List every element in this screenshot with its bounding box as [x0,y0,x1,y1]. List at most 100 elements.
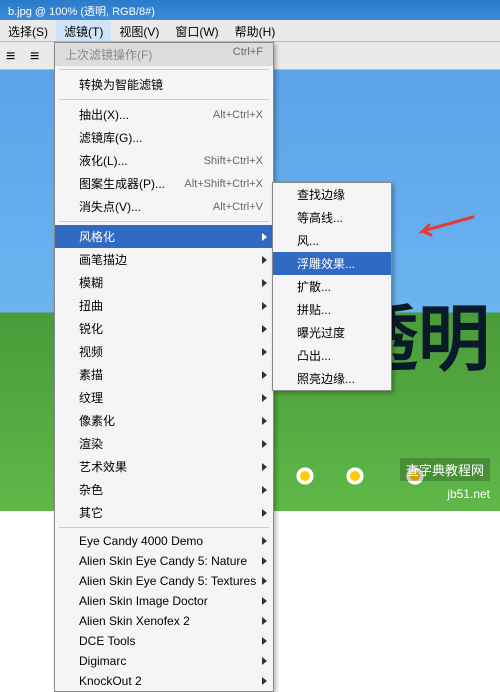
flower-graphic [340,461,370,491]
stylize-submenu-item[interactable]: 查找边缘 [273,183,391,206]
filter-menu-item[interactable]: 液化(L)...Shift+Ctrl+X [55,149,273,172]
submenu-arrow-icon [262,348,267,356]
submenu-arrow-icon [262,486,267,494]
menu-item-label: 其它 [79,504,103,521]
menu-item-label: 模糊 [79,274,103,291]
submenu-arrow-icon [262,233,267,241]
filter-plugin-item[interactable]: Alien Skin Xenofex 2 [55,611,273,631]
menu-item-label: 曝光过度 [297,324,345,341]
menu-item-label: 照亮边缘... [297,370,355,387]
menu-item-label: DCE Tools [79,634,135,648]
align-left-icon[interactable]: ≡ [6,48,22,64]
menu-filter[interactable]: 滤镜(T) [56,20,111,41]
filter-menu-item[interactable]: 图案生成器(P)... Alt+Shift+Ctrl+X [55,172,273,195]
align-center-icon[interactable]: ≡ [30,48,46,64]
filter-plugin-item[interactable]: Alien Skin Eye Candy 5: Nature [55,551,273,571]
filter-category-item[interactable]: 模糊 [55,271,273,294]
filter-category-item[interactable]: 纹理 [55,386,273,409]
filter-category-item[interactable]: 画笔描边 [55,248,273,271]
submenu-arrow-icon [262,325,267,333]
stylize-submenu-item[interactable]: 等高线... [273,206,391,229]
window-titlebar: b.jpg @ 100% (透明, RGB/8#) [0,0,500,20]
filter-category-item[interactable]: 杂色 [55,478,273,501]
submenu-arrow-icon [262,463,267,471]
menu-convert-smart-filter[interactable]: 转换为智能滤镜 [55,73,273,96]
submenu-arrow-icon [262,617,267,625]
submenu-arrow-icon [262,657,267,665]
filter-plugin-item[interactable]: KnockOut 2 [55,671,273,691]
filter-menu-item[interactable]: 滤镜库(G)... [55,126,273,149]
stylize-submenu-item[interactable]: 照亮边缘... [273,367,391,390]
submenu-arrow-icon [262,557,267,565]
menu-item-label: 等高线... [297,209,343,226]
filter-menu-item[interactable]: 消失点(V)...Alt+Ctrl+V [55,195,273,218]
submenu-arrow-icon [262,256,267,264]
submenu-arrow-icon [262,417,267,425]
menu-item-label: KnockOut 2 [79,674,142,688]
stylize-submenu: 查找边缘等高线... 风... 浮雕效果...扩散... 拼贴... 曝光过度凸出...… [272,182,392,391]
filter-category-item[interactable]: 扭曲 [55,294,273,317]
menu-item-label: 画笔描边 [79,251,127,268]
submenu-arrow-icon [262,537,267,545]
filter-plugin-item[interactable]: DCE Tools [55,631,273,651]
menu-item-label: 风格化 [79,228,115,245]
menu-item-shortcut: Shift+Ctrl+X [204,155,263,167]
menubar: 选择(S) 滤镜(T) 视图(V) 窗口(W) 帮助(H) [0,20,500,42]
stylize-submenu-item[interactable]: 凸出... [273,344,391,367]
menu-item-label: 渲染 [79,435,103,452]
menu-item-label: 凸出... [297,347,331,364]
submenu-arrow-icon [262,302,267,310]
stylize-submenu-item[interactable]: 曝光过度 [273,321,391,344]
menu-separator [59,69,269,70]
filter-menu-dropdown: 上次滤镜操作(F) Ctrl+F 转换为智能滤镜 抽出(X)...Alt+Ctr… [54,42,274,692]
annotation-arrow-icon [415,215,475,239]
menu-item-label: 素描 [79,366,103,383]
menu-separator [59,99,269,100]
menu-item-label: 转换为智能滤镜 [79,76,163,93]
menu-item-label: 锐化 [79,320,103,337]
menu-view[interactable]: 视图(V) [111,20,167,41]
menu-item-shortcut: Alt+Shift+Ctrl+X [184,178,263,190]
submenu-arrow-icon [262,279,267,287]
menu-item-shortcut: Ctrl+F [233,46,263,63]
watermark-url: jb51.net [447,487,490,501]
menu-item-label: 风... [297,232,319,249]
submenu-arrow-icon [262,637,267,645]
stylize-submenu-item[interactable]: 拼贴... [273,298,391,321]
filter-category-item[interactable]: 渲染 [55,432,273,455]
filter-category-item[interactable]: 像素化 [55,409,273,432]
menu-item-label: 滤镜库(G)... [79,129,142,146]
stylize-submenu-item[interactable]: 浮雕效果... [273,252,391,275]
menu-item-label: 杂色 [79,481,103,498]
filter-category-item[interactable]: 锐化 [55,317,273,340]
submenu-arrow-icon [262,597,267,605]
filter-plugin-item[interactable]: Digimarc [55,651,273,671]
filter-plugin-item[interactable]: Eye Candy 4000 Demo [55,531,273,551]
stylize-submenu-item[interactable]: 扩散... [273,275,391,298]
menu-item-label: 像素化 [79,412,115,429]
menu-separator [59,221,269,222]
menu-item-label: 艺术效果 [79,458,127,475]
menu-window[interactable]: 窗口(W) [167,20,226,41]
menu-item-label: Eye Candy 4000 Demo [79,534,203,548]
filter-category-item[interactable]: 视频 [55,340,273,363]
menu-select[interactable]: 选择(S) [0,20,56,41]
filter-category-item[interactable]: 风格化 [55,225,273,248]
filter-plugin-item[interactable]: Alien Skin Eye Candy 5: Textures [55,571,273,591]
filter-plugin-item[interactable]: Alien Skin Image Doctor [55,591,273,611]
submenu-arrow-icon [262,394,267,402]
menu-item-label: 抽出(X)... [79,106,129,123]
menu-item-label: 图案生成器(P)... [79,175,165,192]
filter-category-item[interactable]: 素描 [55,363,273,386]
watermark-text: 查字典教程网 [400,458,490,481]
menu-item-label: 纹理 [79,389,103,406]
menu-item-label: Alien Skin Eye Candy 5: Nature [79,554,247,568]
filter-menu-item[interactable]: 抽出(X)...Alt+Ctrl+X [55,103,273,126]
filter-category-item[interactable]: 艺术效果 [55,455,273,478]
menu-item-label: 拼贴... [297,301,331,318]
menu-item-label: Digimarc [79,654,126,668]
submenu-arrow-icon [262,677,267,685]
filter-category-item[interactable]: 其它 [55,501,273,524]
stylize-submenu-item[interactable]: 风... [273,229,391,252]
menu-help[interactable]: 帮助(H) [227,20,284,41]
